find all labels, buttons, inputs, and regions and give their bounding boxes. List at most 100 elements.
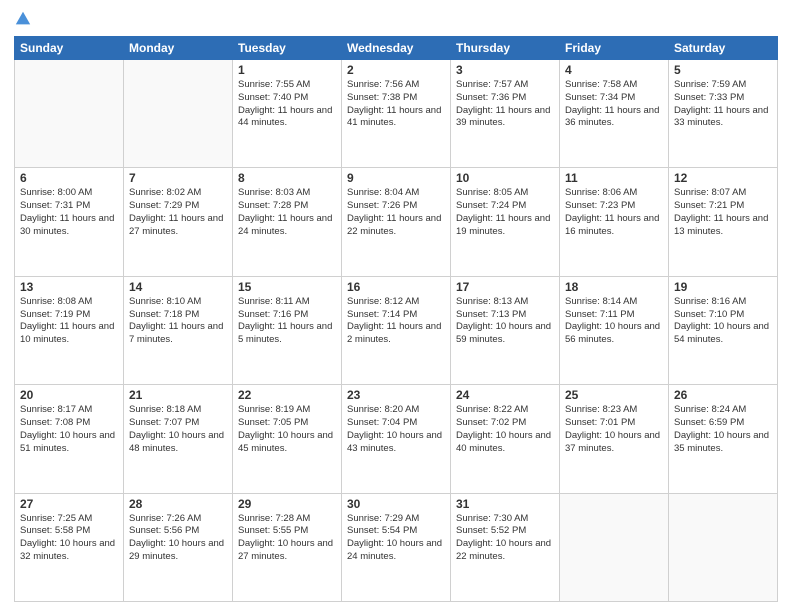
day-number: 22 (238, 388, 336, 402)
calendar-cell: 18 Sunrise: 8:14 AM Sunset: 7:11 PM Dayli… (560, 276, 669, 384)
calendar-cell: 28 Sunrise: 7:26 AM Sunset: 5:56 PM Dayli… (124, 493, 233, 601)
day-number: 1 (238, 63, 336, 77)
day-number: 24 (456, 388, 554, 402)
day-header-saturday: Saturday (669, 37, 778, 60)
day-info: Sunrise: 8:07 AM Sunset: 7:21 PM Dayligh… (674, 187, 772, 238)
day-number: 4 (565, 63, 663, 77)
day-info: Sunrise: 7:28 AM Sunset: 5:55 PM Dayligh… (238, 513, 336, 564)
day-info: Sunrise: 8:19 AM Sunset: 7:05 PM Dayligh… (238, 404, 336, 455)
calendar-week-4: 27 Sunrise: 7:25 AM Sunset: 5:58 PM Dayli… (15, 493, 778, 601)
calendar-cell: 31 Sunrise: 7:30 AM Sunset: 5:52 PM Dayli… (451, 493, 560, 601)
calendar-cell: 2 Sunrise: 7:56 AM Sunset: 7:38 PM Daylig… (342, 60, 451, 168)
calendar-cell: 17Sunrise: 8:13 AM Sunset: 7:13 PM Dayli… (451, 276, 560, 384)
calendar-cell: 21 Sunrise: 8:18 AM Sunset: 7:07 PM Dayli… (124, 385, 233, 493)
day-info: Sunrise: 8:24 AM Sunset: 6:59 PM Dayligh… (674, 404, 772, 455)
calendar-cell: 9Sunrise: 8:04 AM Sunset: 7:26 PM Daylig… (342, 168, 451, 276)
day-header-wednesday: Wednesday (342, 37, 451, 60)
calendar-week-1: 6Sunrise: 8:00 AM Sunset: 7:31 PM Daylig… (15, 168, 778, 276)
calendar-cell: 11Sunrise: 8:06 AM Sunset: 7:23 PM Dayli… (560, 168, 669, 276)
day-header-thursday: Thursday (451, 37, 560, 60)
day-info: Sunrise: 8:17 AM Sunset: 7:08 PM Dayligh… (20, 404, 118, 455)
calendar-cell: 5Sunrise: 7:59 AM Sunset: 7:33 PM Daylig… (669, 60, 778, 168)
calendar-cell: 13Sunrise: 8:08 AM Sunset: 7:19 PM Dayli… (15, 276, 124, 384)
calendar-header-row: SundayMondayTuesdayWednesdayThursdayFrid… (15, 37, 778, 60)
main-container: SundayMondayTuesdayWednesdayThursdayFrid… (0, 0, 792, 612)
calendar-cell: 3 Sunrise: 7:57 AM Sunset: 7:36 PM Daylig… (451, 60, 560, 168)
calendar-cell: 16Sunrise: 8:12 AM Sunset: 7:14 PM Dayli… (342, 276, 451, 384)
day-number: 7 (129, 171, 227, 185)
day-info: Sunrise: 7:56 AM Sunset: 7:38 PM Dayligh… (347, 79, 445, 130)
calendar-cell: 25 Sunrise: 8:23 AM Sunset: 7:01 PM Dayli… (560, 385, 669, 493)
day-info: Sunrise: 7:25 AM Sunset: 5:58 PM Dayligh… (20, 513, 118, 564)
day-number: 8 (238, 171, 336, 185)
day-info: Sunrise: 8:00 AM Sunset: 7:31 PM Dayligh… (20, 187, 118, 238)
day-info: Sunrise: 8:04 AM Sunset: 7:26 PM Dayligh… (347, 187, 445, 238)
day-info: Sunrise: 8:03 AM Sunset: 7:28 PM Dayligh… (238, 187, 336, 238)
day-number: 15 (238, 280, 336, 294)
calendar-cell: 8 Sunrise: 8:03 AM Sunset: 7:28 PM Daylig… (233, 168, 342, 276)
day-info: Sunrise: 7:29 AM Sunset: 5:54 PM Dayligh… (347, 513, 445, 564)
day-header-friday: Friday (560, 37, 669, 60)
day-info: Sunrise: 7:57 AM Sunset: 7:36 PM Dayligh… (456, 79, 554, 130)
day-info: Sunrise: 8:14 AM Sunset: 7:11 PM Dayligh… (565, 296, 663, 347)
calendar-cell (669, 493, 778, 601)
logo-icon (14, 10, 32, 28)
day-number: 17 (456, 280, 554, 294)
day-number: 10 (456, 171, 554, 185)
calendar-cell: 10 Sunrise: 8:05 AM Sunset: 7:24 PM Dayli… (451, 168, 560, 276)
day-info: Sunrise: 8:16 AM Sunset: 7:10 PM Dayligh… (674, 296, 772, 347)
day-number: 27 (20, 497, 118, 511)
header (14, 10, 778, 28)
calendar-cell: 27 Sunrise: 7:25 AM Sunset: 5:58 PM Dayli… (15, 493, 124, 601)
calendar-cell: 7 Sunrise: 8:02 AM Sunset: 7:29 PM Daylig… (124, 168, 233, 276)
day-info: Sunrise: 7:30 AM Sunset: 5:52 PM Dayligh… (456, 513, 554, 564)
calendar-cell: 6Sunrise: 8:00 AM Sunset: 7:31 PM Daylig… (15, 168, 124, 276)
day-info: Sunrise: 8:05 AM Sunset: 7:24 PM Dayligh… (456, 187, 554, 238)
day-number: 25 (565, 388, 663, 402)
day-number: 12 (674, 171, 772, 185)
logo (14, 10, 32, 28)
day-info: Sunrise: 8:02 AM Sunset: 7:29 PM Dayligh… (129, 187, 227, 238)
calendar-cell: 24 Sunrise: 8:22 AM Sunset: 7:02 PM Dayli… (451, 385, 560, 493)
day-number: 26 (674, 388, 772, 402)
calendar-cell: 14 Sunrise: 8:10 AM Sunset: 7:18 PM Dayli… (124, 276, 233, 384)
day-info: Sunrise: 7:55 AM Sunset: 7:40 PM Dayligh… (238, 79, 336, 130)
calendar-cell (560, 493, 669, 601)
day-info: Sunrise: 8:22 AM Sunset: 7:02 PM Dayligh… (456, 404, 554, 455)
calendar-cell: 1 Sunrise: 7:55 AM Sunset: 7:40 PM Daylig… (233, 60, 342, 168)
day-info: Sunrise: 8:10 AM Sunset: 7:18 PM Dayligh… (129, 296, 227, 347)
calendar-table: SundayMondayTuesdayWednesdayThursdayFrid… (14, 36, 778, 602)
day-number: 16 (347, 280, 445, 294)
day-number: 18 (565, 280, 663, 294)
day-info: Sunrise: 8:11 AM Sunset: 7:16 PM Dayligh… (238, 296, 336, 347)
day-info: Sunrise: 8:08 AM Sunset: 7:19 PM Dayligh… (20, 296, 118, 347)
calendar-cell (15, 60, 124, 168)
day-header-sunday: Sunday (15, 37, 124, 60)
day-number: 20 (20, 388, 118, 402)
calendar-cell: 19 Sunrise: 8:16 AM Sunset: 7:10 PM Dayli… (669, 276, 778, 384)
day-info: Sunrise: 7:26 AM Sunset: 5:56 PM Dayligh… (129, 513, 227, 564)
calendar-cell (124, 60, 233, 168)
day-number: 28 (129, 497, 227, 511)
day-info: Sunrise: 8:23 AM Sunset: 7:01 PM Dayligh… (565, 404, 663, 455)
day-number: 19 (674, 280, 772, 294)
calendar-cell: 4Sunrise: 7:58 AM Sunset: 7:34 PM Daylig… (560, 60, 669, 168)
calendar-cell: 29Sunrise: 7:28 AM Sunset: 5:55 PM Dayli… (233, 493, 342, 601)
day-header-tuesday: Tuesday (233, 37, 342, 60)
calendar-cell: 12 Sunrise: 8:07 AM Sunset: 7:21 PM Dayli… (669, 168, 778, 276)
day-header-monday: Monday (124, 37, 233, 60)
day-number: 21 (129, 388, 227, 402)
day-number: 23 (347, 388, 445, 402)
day-number: 14 (129, 280, 227, 294)
day-number: 5 (674, 63, 772, 77)
calendar-week-3: 20 Sunrise: 8:17 AM Sunset: 7:08 PM Dayli… (15, 385, 778, 493)
day-number: 3 (456, 63, 554, 77)
calendar-week-2: 13Sunrise: 8:08 AM Sunset: 7:19 PM Dayli… (15, 276, 778, 384)
calendar-cell: 15 Sunrise: 8:11 AM Sunset: 7:16 PM Dayli… (233, 276, 342, 384)
day-info: Sunrise: 8:18 AM Sunset: 7:07 PM Dayligh… (129, 404, 227, 455)
calendar-cell: 26 Sunrise: 8:24 AM Sunset: 6:59 PM Dayli… (669, 385, 778, 493)
day-info: Sunrise: 8:20 AM Sunset: 7:04 PM Dayligh… (347, 404, 445, 455)
calendar-cell: 30Sunrise: 7:29 AM Sunset: 5:54 PM Dayli… (342, 493, 451, 601)
day-number: 31 (456, 497, 554, 511)
day-number: 2 (347, 63, 445, 77)
